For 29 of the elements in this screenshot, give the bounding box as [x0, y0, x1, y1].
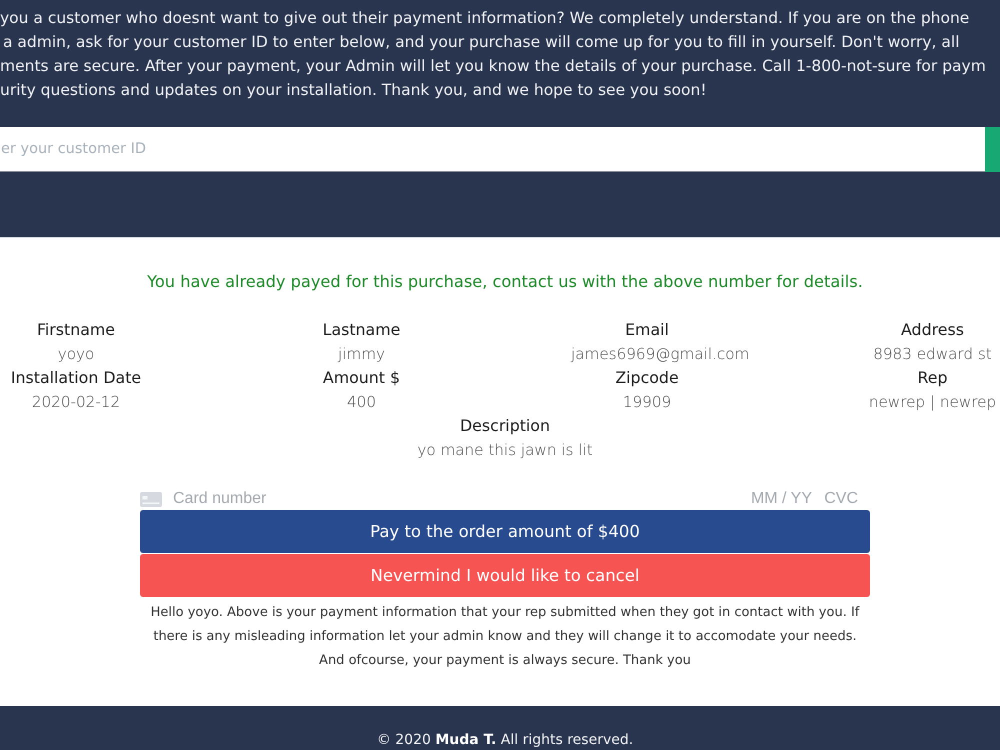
field-value: jimmy	[338, 344, 386, 365]
field-label: Zipcode	[615, 367, 679, 389]
cvc-field[interactable]: CVC	[818, 489, 858, 509]
intro-paragraph: you a customer who doesnt want to give out their payment information? We completely understand. If you are on the phone a admin, ask for your customer ID to enter below, and your purchase will come up for you to fill in yourself. Don't worry, all ments are secure. After your payment, your Admin will let you know the details of your purchase. Call 1-800-not-sure for paym urity questions and updates on your installation. Thank you, and we hope to see you soon!	[0, 8, 987, 101]
field-value: 19909	[622, 392, 672, 413]
field-value: newrep | newrep	[868, 392, 996, 413]
expiry-field[interactable]: MM / YY	[748, 489, 812, 509]
field-label: Firstname	[36, 319, 116, 341]
field-value: yoyo	[58, 344, 94, 365]
field-label: Rep	[917, 367, 948, 389]
customer-id-field[interactable]: er your customer ID	[0, 127, 985, 172]
field-label: Installation Date	[10, 367, 142, 389]
credit-card-icon	[140, 492, 162, 506]
pay-button[interactable]: Pay to the order amount of $400	[140, 510, 870, 553]
field-label: Address	[901, 319, 964, 341]
field-label: Amount $	[322, 367, 400, 389]
field-value: yo mane this jawn is lit	[417, 440, 593, 461]
action-button[interactable]	[985, 127, 1000, 172]
field-value: 2020-02-12	[32, 392, 120, 413]
field-value: james6969@gmail.com	[571, 344, 750, 365]
card-number-field[interactable]: Card number	[173, 489, 748, 509]
notice-message: You have already payed for this purchase, contact us with the above number for details.	[146, 271, 864, 293]
field-value: 8983 edward st	[873, 344, 992, 365]
field-label: Lastname	[322, 319, 400, 341]
field-label: Description	[460, 415, 550, 437]
copyright-text: © 2020 Muda T. All rights reserved.	[376, 731, 634, 749]
field-value: 400	[347, 392, 376, 413]
payment-note: Hello yoyo. Above is your payment information that your rep submitted when they got in contact with you. If there is any misleading information let your admin know and they will change it to accomodate your needs. And ofcourse, your payment is always secure. Thank you	[150, 604, 861, 670]
field-label: Email	[625, 319, 669, 341]
